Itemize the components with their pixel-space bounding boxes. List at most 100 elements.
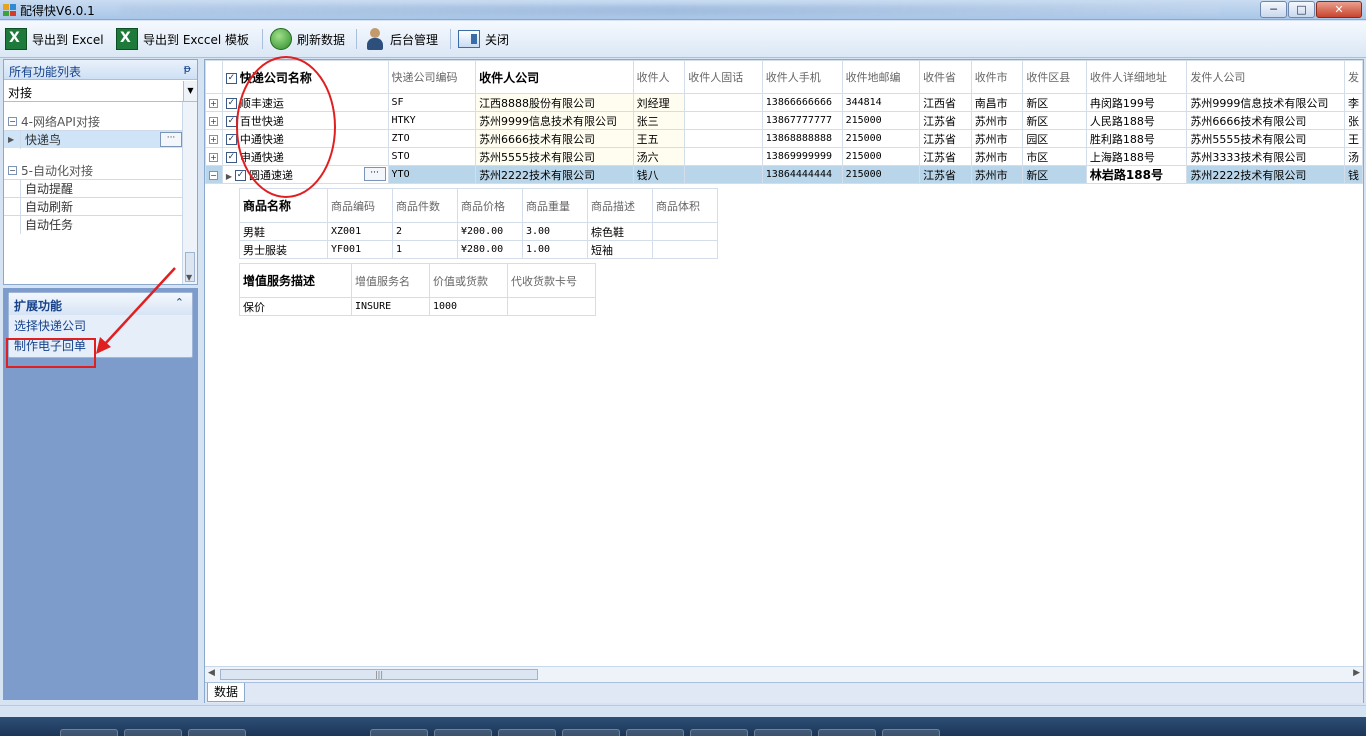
expand-icon[interactable]: + [209, 153, 218, 162]
cell-courier-name[interactable]: ✓ 顺丰速运 [221, 93, 389, 112]
goods-cell[interactable]: XZ001 [327, 222, 393, 241]
goods-col-volume[interactable]: 商品体积 [652, 188, 718, 223]
goods-col-price[interactable]: 商品价格 [457, 188, 523, 223]
taskbar-item[interactable] [818, 729, 876, 736]
close-button[interactable]: 关闭 [458, 27, 509, 51]
row-checkbox[interactable]: ✓ [225, 134, 237, 145]
cell-province[interactable]: 江西省 [919, 93, 972, 112]
services-col-desc[interactable]: 增值服务描述 [239, 263, 352, 298]
table-row[interactable]: + ✓ 申通快递 STO 苏州5555技术有限公司 汤六 13869999999 … [205, 147, 1364, 166]
cell-address[interactable]: 林岩路188号 [1085, 165, 1188, 184]
col-header-phone[interactable]: 收件人固话 [684, 60, 763, 94]
services-cell[interactable]: 1000 [429, 297, 508, 316]
cell-person[interactable]: 汤六 [632, 147, 686, 166]
expand-icon[interactable]: + [209, 99, 218, 108]
cell-sender[interactable]: 苏州6666技术有限公司 [1186, 111, 1345, 130]
expand-icon[interactable]: + [209, 135, 218, 144]
refresh-button[interactable]: 刷新数据 [270, 27, 345, 51]
cell-address[interactable]: 上海路188号 [1085, 147, 1188, 166]
col-header-recipient[interactable]: 收件人 [632, 60, 686, 94]
taskbar-item[interactable] [188, 729, 246, 736]
export-excel-button[interactable]: 导出到 Excel [5, 27, 104, 51]
cell-code[interactable]: YTO [387, 165, 477, 184]
taskbar-item[interactable] [690, 729, 748, 736]
cell-city[interactable]: 苏州市 [970, 111, 1024, 130]
select-all-checkbox[interactable]: ✓ [225, 72, 237, 84]
row-checkbox[interactable]: ✓ [225, 152, 237, 163]
cell-province[interactable]: 江苏省 [919, 129, 972, 148]
taskbar-item[interactable] [562, 729, 620, 736]
col-header-courier-name[interactable]: ✓ 快递公司名称 [221, 60, 389, 94]
goods-cell[interactable]: 1.00 [522, 240, 588, 259]
cell-district[interactable]: 新区 [1022, 165, 1087, 184]
col-header-province[interactable]: 收件省 [919, 60, 972, 94]
goods-cell[interactable]: ¥200.00 [457, 222, 523, 241]
services-row[interactable]: 保价 INSURE 1000 [239, 297, 596, 316]
collapse-icon[interactable]: − [8, 116, 17, 126]
services-cell[interactable] [507, 297, 596, 316]
goods-col-weight[interactable]: 商品重量 [522, 188, 588, 223]
goods-cell[interactable] [652, 222, 718, 241]
cell-mobile[interactable]: 13866666666 [761, 93, 843, 112]
cell-district[interactable]: 市区 [1022, 147, 1087, 166]
goods-col-code[interactable]: 商品编码 [327, 188, 393, 223]
cell-extra[interactable]: 李 [1343, 93, 1364, 112]
cell-zip[interactable]: 344814 [841, 93, 921, 112]
cell-courier-name[interactable]: ✓ 中通快递 [221, 129, 389, 148]
cell-address[interactable]: 冉闵路199号 [1085, 93, 1188, 112]
cell-courier-name[interactable]: ✓ 申通快递 [221, 147, 389, 166]
admin-button[interactable]: 后台管理 [365, 27, 438, 51]
hscroll-thumb[interactable]: ||| [220, 669, 538, 680]
cell-code[interactable]: SF [387, 93, 477, 112]
cell-extra[interactable]: 汤 [1343, 147, 1364, 166]
cell-city[interactable]: 苏州市 [970, 129, 1024, 148]
table-row[interactable]: + ✓ 百世快递 HTKY 苏州9999信息技术有限公司 张三 138677777… [205, 111, 1364, 130]
sidebar-item-auto-task[interactable]: 自动任务 [4, 215, 184, 234]
scroll-right-icon[interactable]: ▶ [1353, 668, 1360, 678]
goods-cell[interactable]: 2 [392, 222, 458, 241]
goods-cell[interactable] [652, 240, 718, 259]
services-cell[interactable]: INSURE [351, 297, 430, 316]
cell-code[interactable]: HTKY [387, 111, 477, 130]
col-header-address[interactable]: 收件人详细地址 [1085, 60, 1188, 94]
ellipsis-button[interactable]: ··· [160, 132, 182, 147]
cell-courier-name[interactable]: ▶ ✓ 圆通速递 ··· [221, 165, 389, 184]
table-row[interactable]: + ✓ 顺丰速运 SF 江西8888股份有限公司 刘经理 13866666666 … [205, 93, 1364, 112]
cell-province[interactable]: 江苏省 [919, 111, 972, 130]
cell-extra[interactable]: 钱 [1343, 165, 1364, 184]
sidebar-scrollbar[interactable]: ▼ [182, 102, 197, 284]
services-cell[interactable]: 保价 [239, 297, 352, 316]
cell-phone[interactable] [684, 147, 763, 166]
cell-person[interactable]: 王五 [632, 129, 686, 148]
cell-mobile[interactable]: 13869999999 [761, 147, 843, 166]
goods-cell[interactable]: ¥280.00 [457, 240, 523, 259]
sidebar-item-auto-remind[interactable]: 自动提醒 [4, 179, 184, 198]
cell-person[interactable]: 钱八 [632, 165, 686, 184]
cell-address[interactable]: 人民路188号 [1085, 111, 1188, 130]
cell-district[interactable]: 园区 [1022, 129, 1087, 148]
goods-col-name[interactable]: 商品名称 [239, 188, 328, 223]
cell-company[interactable]: 苏州5555技术有限公司 [475, 147, 634, 166]
cell-zip[interactable]: 215000 [841, 147, 921, 166]
expand-icon[interactable]: + [209, 117, 218, 126]
goods-col-qty[interactable]: 商品件数 [392, 188, 458, 223]
table-row[interactable]: + ✓ 中通快递 ZTO 苏州6666技术有限公司 王五 13868888888 … [205, 129, 1364, 148]
cell-phone[interactable] [684, 165, 763, 184]
chevron-down-icon[interactable]: ▼ [183, 81, 197, 101]
collapse-icon[interactable]: − [209, 171, 218, 180]
cell-zip[interactable]: 215000 [841, 111, 921, 130]
group-api-title[interactable]: − 4-网络API对接 [4, 112, 184, 130]
cell-city[interactable]: 南昌市 [970, 93, 1024, 112]
cell-province[interactable]: 江苏省 [919, 147, 972, 166]
cell-province[interactable]: 江苏省 [919, 165, 972, 184]
cell-phone[interactable] [684, 129, 763, 148]
col-header-district[interactable]: 收件区县 [1022, 60, 1087, 94]
goods-cell[interactable]: 棕色鞋 [587, 222, 653, 241]
taskbar-item[interactable] [754, 729, 812, 736]
row-checkbox[interactable]: ✓ [235, 170, 247, 181]
col-header-recipient-company[interactable]: 收件人公司 [475, 60, 634, 94]
scroll-down-icon[interactable]: ▼ [186, 273, 192, 282]
col-header-courier-code[interactable]: 快递公司编码 [387, 60, 477, 94]
taskbar-item[interactable] [124, 729, 182, 736]
cell-phone[interactable] [684, 111, 763, 130]
